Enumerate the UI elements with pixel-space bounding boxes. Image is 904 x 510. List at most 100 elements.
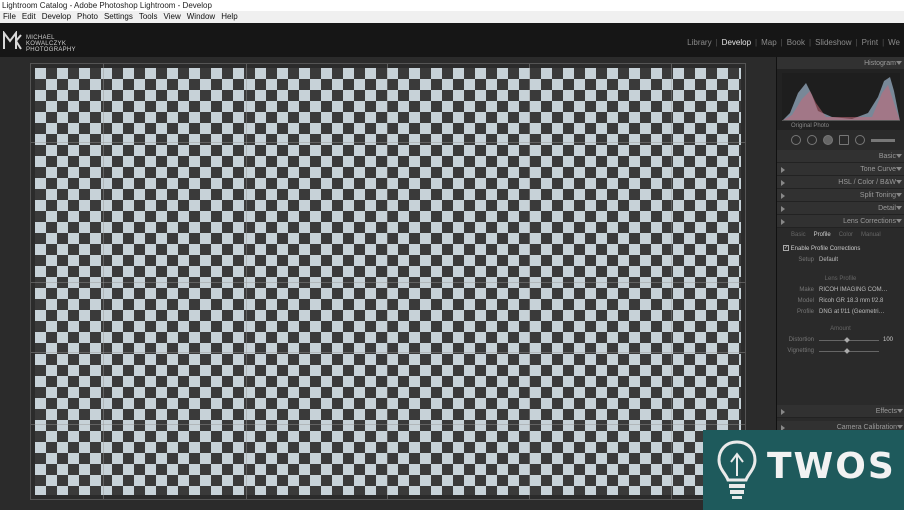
model-dropdown[interactable]: Ricoh GR 18.3 mm f/2.8 — [819, 296, 883, 307]
menu-help[interactable]: Help — [218, 11, 240, 23]
lens-corrections-title: Lens Corrections — [843, 218, 896, 225]
basic-title: Basic — [878, 153, 896, 160]
profile-row: Profile DNG at f/11 (Geometri… — [777, 307, 904, 318]
collapse-triangle-icon — [896, 154, 902, 158]
profile-label: Profile — [796, 309, 814, 315]
menu-photo[interactable]: Photo — [74, 11, 101, 23]
lightbulb-icon — [717, 440, 757, 499]
module-book[interactable]: Book — [783, 38, 809, 47]
tone-curve-header[interactable]: Tone Curve — [777, 163, 904, 176]
tone-curve-title: Tone Curve — [860, 166, 896, 173]
menu-file[interactable]: File — [0, 11, 19, 23]
collapse-triangle-icon — [897, 425, 903, 429]
histogram-header[interactable]: Histogram — [777, 57, 904, 70]
collapse-triangle-icon — [896, 180, 902, 184]
menu-bar: File Edit Develop Photo Settings Tools View Win… — [0, 11, 904, 23]
watermark-text: TWOS — [767, 446, 896, 487]
distortion-slider-thumb[interactable] — [844, 337, 850, 343]
enable-profile-checkbox[interactable]: ✓ — [783, 245, 789, 252]
mk-logo-icon — [3, 31, 22, 50]
enable-profile-label: Enable Profile Corrections — [790, 246, 861, 252]
setup-dropdown[interactable]: Default — [819, 255, 838, 266]
original-photo-label: Original Photo — [791, 123, 830, 129]
red-eye-icon[interactable] — [823, 135, 833, 145]
collapse-triangle-icon — [896, 193, 902, 197]
histogram-title: Histogram — [864, 60, 896, 67]
lens-profile-label: Lens Profile — [824, 276, 857, 282]
menu-view[interactable]: View — [161, 11, 184, 23]
vignetting-row: Vignetting — [777, 346, 904, 357]
expand-triangle-icon — [781, 206, 785, 212]
enable-profile-row: ✓ Enable Profile Corrections — [777, 244, 904, 255]
amount-row: Amount — [777, 324, 904, 335]
profile-dropdown[interactable]: DNG at f/11 (Geometri… — [819, 307, 885, 318]
menu-settings[interactable]: Settings — [101, 11, 136, 23]
module-develop[interactable]: Develop — [718, 38, 755, 47]
hsl-header[interactable]: HSL / Color / B&W — [777, 176, 904, 189]
lens-corrections-tabs: Basic Profile Color Manual — [777, 228, 904, 242]
lens-profile-row: Lens Profile — [777, 274, 904, 285]
collapse-triangle-icon — [896, 167, 902, 171]
window-title: Lightroom Catalog - Adobe Photoshop Ligh… — [2, 1, 212, 10]
amount-label: Amount — [830, 326, 851, 332]
module-web[interactable]: We — [884, 38, 904, 47]
expand-triangle-icon — [781, 180, 785, 186]
overlay-gridline — [31, 282, 745, 283]
distortion-label: Distortion — [788, 337, 814, 343]
tab-profile[interactable]: Profile — [810, 228, 835, 242]
photo-preview[interactable] — [30, 63, 746, 500]
expand-triangle-icon — [781, 193, 785, 199]
tab-color[interactable]: Color — [835, 228, 857, 242]
model-row: Model Ricoh GR 18.3 mm f/2.8 — [777, 296, 904, 307]
collapse-triangle-icon — [896, 219, 902, 223]
module-library[interactable]: Library — [683, 38, 715, 47]
setup-label: Setup — [798, 257, 814, 263]
menu-edit[interactable]: Edit — [19, 11, 39, 23]
menu-window[interactable]: Window — [184, 11, 218, 23]
split-toning-title: Split Toning — [859, 192, 896, 199]
crop-tool-icon[interactable] — [791, 135, 801, 145]
spot-removal-icon[interactable] — [807, 135, 817, 145]
basic-header[interactable]: Basic — [777, 150, 904, 163]
hsl-title: HSL / Color / B&W — [838, 179, 896, 186]
collapse-triangle-icon — [896, 206, 902, 210]
module-slideshow[interactable]: Slideshow — [811, 38, 855, 47]
detail-header[interactable]: Detail — [777, 202, 904, 215]
vignetting-slider-thumb[interactable] — [844, 348, 850, 354]
histogram-chart — [782, 73, 900, 121]
identity-plate-text: MICHAEL KOWALCZYK PHOTOGRAPHY — [26, 35, 76, 53]
adjustment-brush-icon[interactable] — [871, 139, 895, 142]
histogram-graph[interactable]: Original Photo — [777, 70, 904, 130]
module-picker: Library | Develop | Map | Book | Slideshow | Print… — [683, 38, 904, 47]
make-dropdown[interactable]: RICOH IMAGING COM… — [819, 285, 888, 296]
effects-header[interactable]: Effects — [777, 405, 904, 418]
make-row: Make RICOH IMAGING COM… — [777, 285, 904, 296]
model-label: Model — [797, 298, 814, 304]
module-print[interactable]: Print — [858, 38, 882, 47]
maximize-button[interactable] — [852, 0, 878, 11]
collapse-triangle-icon — [896, 61, 902, 65]
tab-manual[interactable]: Manual — [857, 228, 885, 242]
distortion-value[interactable]: 100 — [883, 335, 893, 346]
develop-toolstrip — [777, 130, 904, 150]
radial-filter-icon[interactable] — [855, 135, 865, 145]
minimize-button[interactable] — [826, 0, 852, 11]
distortion-row: Distortion 100 — [777, 335, 904, 346]
collapse-triangle-icon — [897, 409, 903, 413]
overlay-gridline — [31, 424, 745, 425]
split-toning-header[interactable]: Split Toning — [777, 189, 904, 202]
window-titlebar: Lightroom Catalog - Adobe Photoshop Ligh… — [0, 0, 904, 11]
setup-row: Setup Default — [777, 255, 904, 266]
module-map[interactable]: Map — [757, 38, 781, 47]
lens-corrections-header[interactable]: Lens Corrections — [777, 215, 904, 228]
menu-tools[interactable]: Tools — [136, 11, 161, 23]
tab-basic[interactable]: Basic — [787, 228, 810, 242]
vignetting-label: Vignetting — [787, 348, 814, 354]
image-workspace — [0, 57, 776, 510]
menu-develop[interactable]: Develop — [39, 11, 74, 23]
make-label: Make — [799, 287, 814, 293]
overlay-gridline — [31, 142, 745, 143]
close-button[interactable] — [878, 0, 904, 11]
expand-triangle-icon — [781, 219, 785, 225]
graduated-filter-icon[interactable] — [839, 135, 849, 145]
